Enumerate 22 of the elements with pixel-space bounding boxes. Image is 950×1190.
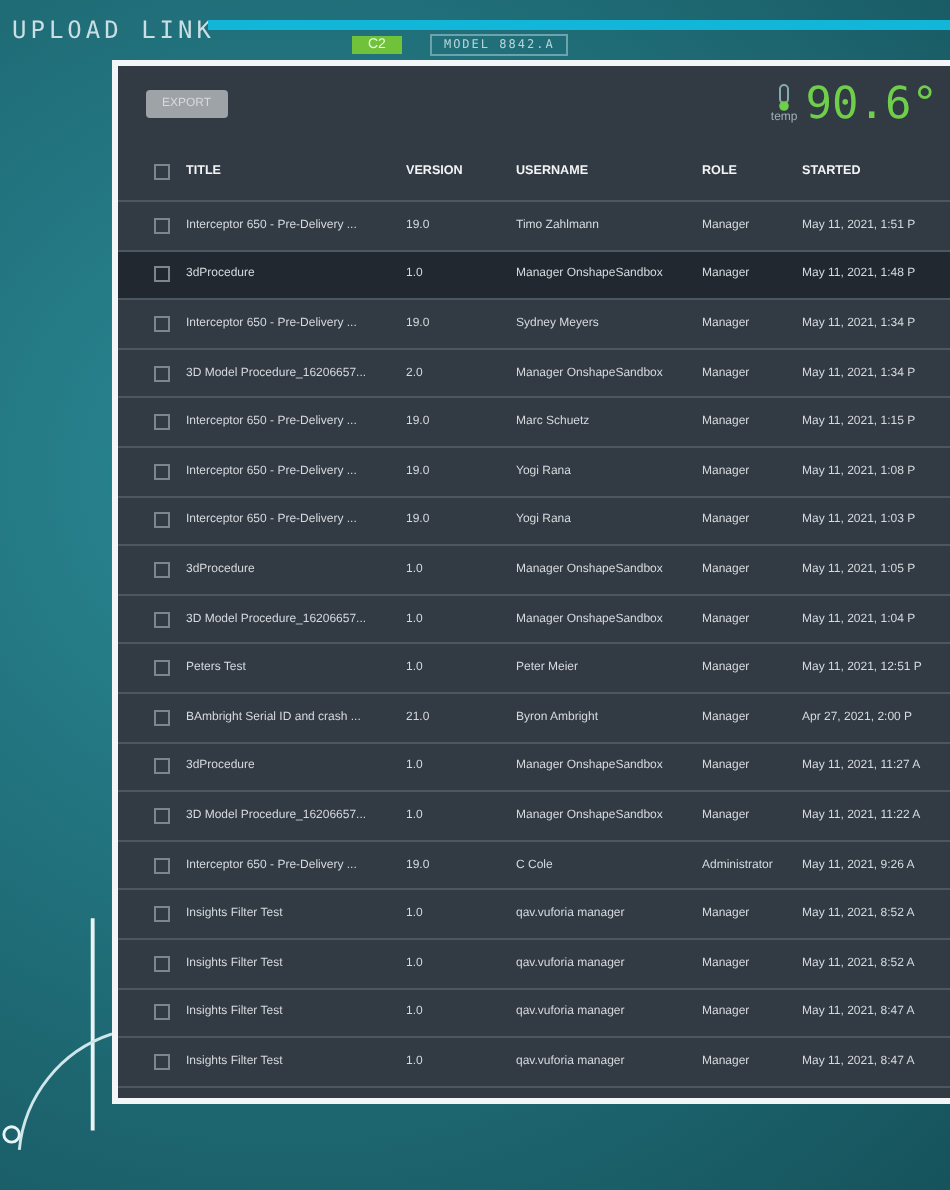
row-checkbox[interactable] (154, 758, 170, 775)
select-all-checkbox[interactable] (154, 163, 170, 179)
row-checkbox[interactable] (154, 857, 170, 874)
row-checkbox[interactable] (154, 906, 170, 923)
row-checkbox[interactable] (154, 1053, 170, 1070)
temperature-reading: 90.6° (805, 79, 938, 129)
row-checkbox[interactable] (154, 365, 170, 382)
row-checkbox[interactable] (154, 217, 170, 234)
row-checkbox[interactable] (154, 611, 170, 628)
row-checkbox[interactable] (154, 955, 170, 972)
row-checkbox[interactable] (154, 709, 170, 726)
row-checkbox[interactable] (154, 463, 170, 480)
row-checkbox[interactable] (154, 1004, 170, 1021)
row-checkbox[interactable] (154, 660, 170, 677)
row-checkbox[interactable] (154, 266, 170, 283)
row-checkbox[interactable] (154, 315, 170, 332)
thermometer-icon (776, 84, 793, 112)
row-checkbox[interactable] (154, 561, 170, 578)
row-checkbox[interactable] (154, 807, 170, 824)
row-checkbox[interactable] (154, 512, 170, 529)
upload-link-title: UPLOAD LINK (10, 14, 208, 44)
row-checkbox[interactable] (154, 414, 170, 431)
